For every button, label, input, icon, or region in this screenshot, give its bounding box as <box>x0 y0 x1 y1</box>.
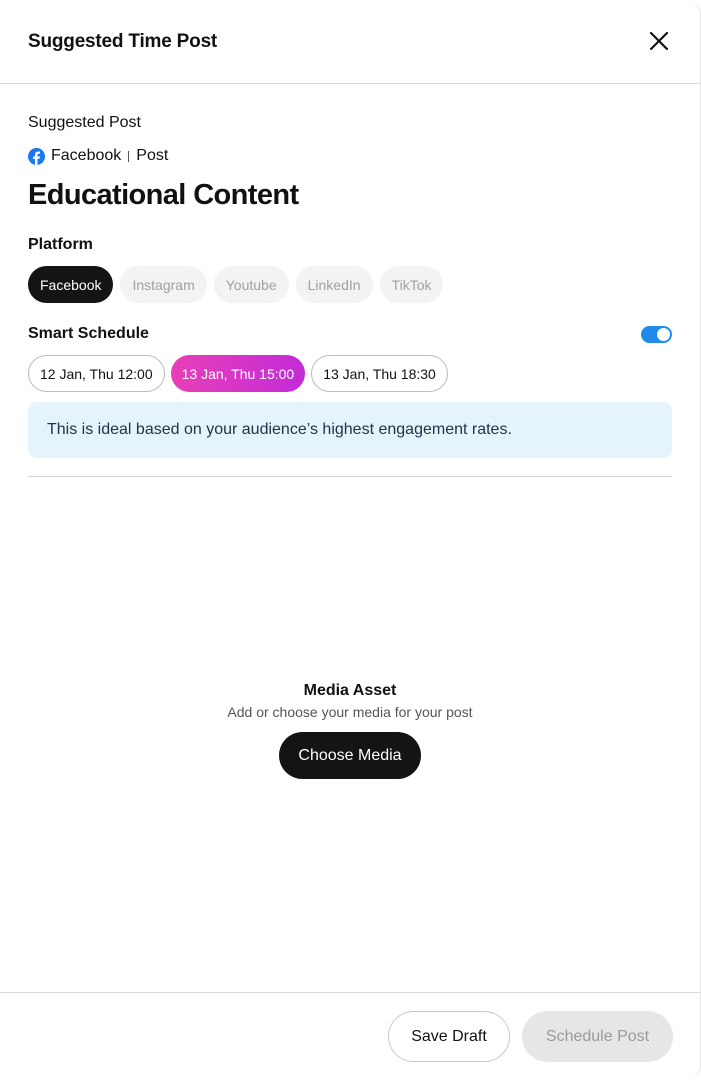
close-button[interactable] <box>644 26 674 56</box>
platform-chip-youtube[interactable]: Youtube <box>213 266 289 303</box>
toggle-knob <box>657 328 670 341</box>
platform-chip-instagram[interactable]: Instagram <box>120 266 207 303</box>
platform-label: Platform <box>28 236 93 253</box>
section-divider <box>28 476 672 477</box>
media-asset-subtitle: Add or choose your media for your post <box>227 704 473 720</box>
platform-chip-linkedin[interactable]: LinkedIn <box>295 266 373 303</box>
time-slot-selector: 12 Jan, Thu 12:00 13 Jan, Thu 15:00 13 J… <box>28 355 448 392</box>
suggested-time-post-modal: Suggested Time Post Suggested Post Faceb… <box>0 0 701 1080</box>
suggested-post-label: Suggested Post <box>28 114 141 131</box>
source-type: Post <box>136 147 169 164</box>
schedule-info-text: This is ideal based on your audience’s h… <box>47 421 512 438</box>
time-slot-2[interactable]: 13 Jan, Thu 15:00 <box>170 355 306 392</box>
choose-media-button[interactable]: Choose Media <box>279 732 421 779</box>
time-slot-1[interactable]: 12 Jan, Thu 12:00 <box>28 355 165 392</box>
save-draft-button[interactable]: Save Draft <box>388 1011 510 1062</box>
media-asset-section: Media Asset Add or choose your media for… <box>28 682 672 779</box>
platform-chip-tiktok[interactable]: TikTok <box>379 266 444 303</box>
schedule-info-banner: This is ideal based on your audience’s h… <box>28 402 672 458</box>
post-title: Educational Content <box>28 179 299 211</box>
source-separator <box>128 150 130 162</box>
modal-header: Suggested Time Post <box>0 0 700 84</box>
media-asset-title: Media Asset <box>303 682 397 699</box>
source-platform: Facebook <box>51 147 122 164</box>
facebook-icon <box>28 147 45 165</box>
smart-schedule-toggle[interactable] <box>641 326 672 343</box>
time-slot-3[interactable]: 13 Jan, Thu 18:30 <box>311 355 448 392</box>
close-icon <box>649 31 669 51</box>
post-source: Facebook Post <box>28 147 168 165</box>
modal-footer: Save Draft Schedule Post <box>0 992 700 1080</box>
platform-selector: Facebook Instagram Youtube LinkedIn TikT… <box>28 266 444 303</box>
platform-chip-facebook[interactable]: Facebook <box>28 266 114 303</box>
smart-schedule-label: Smart Schedule <box>28 325 149 342</box>
modal-title: Suggested Time Post <box>28 31 218 52</box>
schedule-post-button[interactable]: Schedule Post <box>522 1011 673 1062</box>
